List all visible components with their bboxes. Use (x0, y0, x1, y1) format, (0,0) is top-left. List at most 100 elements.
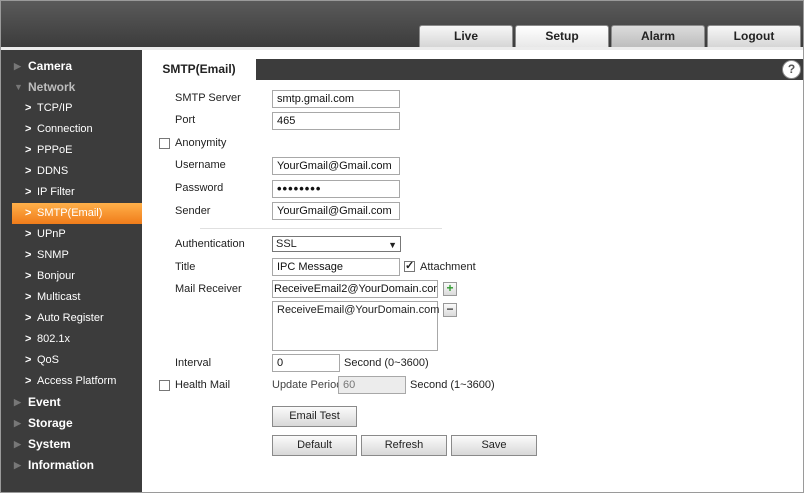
chevron-right-icon: > (25, 333, 32, 345)
sidebar-item-label: Information (28, 458, 94, 472)
sidebar: ▶ Camera ▼ Network > TCP/IP > Connection > PP… (1, 50, 142, 492)
sidebar-item-label: TCP/IP (37, 102, 73, 114)
chevron-right-icon: > (25, 123, 32, 135)
sidebar-item-ddns[interactable]: > DDNS (1, 161, 142, 182)
chevron-right-icon: > (25, 270, 32, 282)
section-divider (200, 228, 442, 229)
top-header: Live Setup Alarm Logout (1, 1, 803, 50)
email-test-button[interactable]: Email Test (272, 406, 357, 427)
chevron-right-icon: > (25, 228, 32, 240)
sidebar-item-label: Auto Register (37, 312, 104, 324)
authentication-label: Authentication (175, 238, 245, 250)
tab-live[interactable]: Live (419, 25, 513, 47)
port-label: Port (175, 114, 196, 126)
interval-input[interactable]: 0 (272, 354, 340, 372)
sidebar-item-pppoe[interactable]: > PPPoE (1, 140, 142, 161)
expanded-triangle-icon: ▼ (14, 82, 23, 92)
tab-alarm[interactable]: Alarm (611, 25, 705, 47)
collapsed-triangle-icon: ▶ (14, 439, 21, 449)
password-input[interactable]: •••••••• (272, 180, 400, 198)
add-receiver-button[interactable]: + (443, 282, 457, 296)
sidebar-item-8021x[interactable]: >802.1x (1, 329, 142, 350)
mail-receiver-input[interactable]: ReceiveEmail2@YourDomain.com (272, 280, 438, 298)
chevron-right-icon: > (25, 207, 32, 219)
page-title: SMTP(Email) (142, 59, 256, 80)
username-input[interactable]: YourGmail@Gmail.com (272, 157, 400, 175)
sidebar-item-label: PPPoE (37, 144, 73, 156)
remove-receiver-button[interactable]: − (443, 303, 457, 317)
sidebar-item-label: Event (28, 395, 61, 409)
sidebar-item-label: System (28, 437, 71, 451)
smtp-server-label: SMTP Server (175, 92, 241, 104)
sidebar-menu: ▶ Camera ▼ Network > TCP/IP > Connection > PP… (1, 50, 142, 476)
help-icon[interactable]: ? (782, 60, 801, 79)
sidebar-item-smtp-email[interactable]: > SMTP(Email) (12, 203, 142, 224)
sidebar-item-label: SNMP (37, 249, 69, 261)
chevron-right-icon: > (25, 291, 32, 303)
collapsed-triangle-icon: ▶ (14, 460, 21, 470)
anonymity-checkbox[interactable] (159, 138, 170, 149)
sidebar-item-label: Connection (37, 123, 93, 135)
chevron-right-icon: > (25, 312, 32, 324)
sidebar-item-auto-register[interactable]: > Auto Register (1, 308, 142, 329)
interval-unit: Second (0~3600) (344, 357, 429, 369)
sidebar-item-snmp[interactable]: > SNMP (1, 245, 142, 266)
sidebar-item-information[interactable]: ▶ Information (1, 455, 142, 476)
health-mail-label: Health Mail (175, 379, 231, 391)
attachment-checkbox[interactable] (404, 259, 415, 272)
sidebar-item-tcpip[interactable]: > TCP/IP (1, 98, 142, 119)
chevron-right-icon: > (25, 165, 32, 177)
sidebar-item-storage[interactable]: ▶ Storage (1, 413, 142, 434)
sidebar-item-camera[interactable]: ▶ Camera (1, 56, 142, 77)
sidebar-item-network[interactable]: ▼ Network (1, 77, 142, 98)
tab-setup[interactable]: Setup (515, 25, 609, 47)
sidebar-item-ip-filter[interactable]: > IP Filter (1, 182, 142, 203)
sidebar-item-label: Bonjour (37, 270, 75, 282)
mail-receiver-list[interactable]: ReceiveEmail@YourDomain.com (272, 301, 439, 351)
sidebar-item-upnp[interactable]: > UPnP (1, 224, 142, 245)
sidebar-item-bonjour[interactable]: > Bonjour (1, 266, 142, 287)
sidebar-item-access-platform[interactable]: > Access Platform (1, 371, 142, 392)
title-input[interactable]: IPC Message (272, 258, 400, 276)
sidebar-item-label: SMTP(Email) (37, 207, 103, 219)
page-header: SMTP(Email) ? (142, 59, 803, 80)
update-period-input[interactable]: 60 (338, 376, 406, 394)
sidebar-item-event[interactable]: ▶ Event (1, 392, 142, 413)
refresh-button[interactable]: Refresh (361, 435, 447, 456)
collapsed-triangle-icon: ▶ (14, 61, 21, 71)
minus-icon: − (446, 302, 454, 316)
sidebar-item-multicast[interactable]: > Multicast (1, 287, 142, 308)
save-button[interactable]: Save (451, 435, 537, 456)
authentication-select[interactable]: SSL ▼ (272, 236, 401, 252)
list-item[interactable]: ReceiveEmail@YourDomain.com (277, 304, 439, 316)
chevron-right-icon: > (25, 144, 32, 156)
sidebar-item-connection[interactable]: > Connection (1, 119, 142, 140)
sidebar-item-label: Camera (28, 59, 73, 73)
chevron-right-icon: > (25, 249, 32, 261)
smtp-server-input[interactable]: smtp.gmail.com (272, 90, 400, 108)
update-period-unit: Second (1~3600) (410, 379, 495, 391)
sidebar-item-qos[interactable]: > QoS (1, 350, 142, 371)
sidebar-item-label: UPnP (37, 228, 66, 240)
mail-receiver-label: Mail Receiver (175, 283, 242, 295)
default-button[interactable]: Default (272, 435, 357, 456)
anonymity-label: Anonymity (175, 137, 227, 149)
health-mail-checkbox[interactable] (159, 380, 170, 391)
port-input[interactable]: 465 (272, 112, 400, 130)
sidebar-item-label: QoS (37, 354, 60, 366)
password-label: Password (175, 182, 224, 194)
tab-logout[interactable]: Logout (707, 25, 801, 47)
sidebar-item-label: Network (28, 80, 76, 94)
sidebar-item-label: DDNS (37, 165, 69, 177)
chevron-right-icon: > (25, 186, 32, 198)
app-window: Live Setup Alarm Logout ▶ Camera ▼ Network… (0, 0, 804, 493)
sidebar-item-system[interactable]: ▶ System (1, 434, 142, 455)
chevron-right-icon: > (25, 354, 32, 366)
sidebar-item-label: Multicast (37, 291, 81, 303)
chevron-down-icon: ▼ (388, 240, 397, 250)
sender-input[interactable]: YourGmail@Gmail.com (272, 202, 400, 220)
plus-icon: + (446, 281, 454, 295)
collapsed-triangle-icon: ▶ (14, 418, 21, 428)
chevron-right-icon: > (25, 375, 32, 387)
update-period-label: Update Period (272, 379, 343, 391)
